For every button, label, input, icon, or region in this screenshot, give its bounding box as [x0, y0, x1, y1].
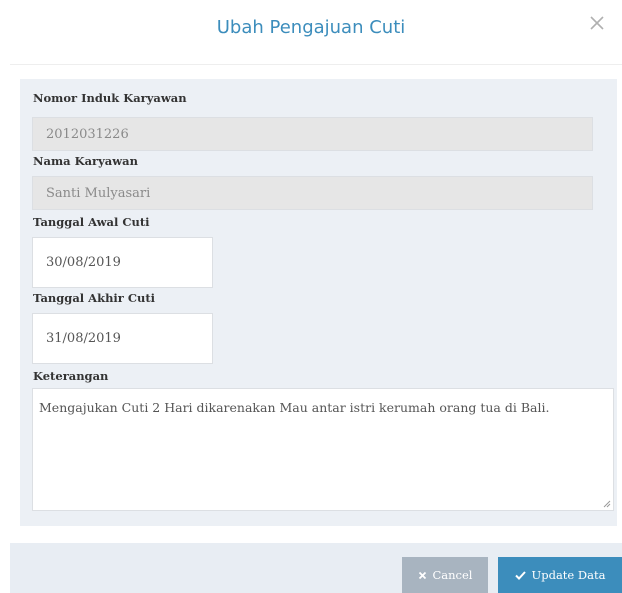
employee-name-label: Nama Karyawan: [33, 154, 138, 168]
notes-label: Keterangan: [33, 369, 109, 383]
update-data-label: Update Data: [531, 568, 606, 582]
cancel-button[interactable]: Cancel: [402, 557, 488, 593]
employee-name-field: Santi Mulyasari: [32, 176, 593, 210]
close-icon: [590, 16, 604, 30]
start-date-label: Tanggal Awal Cuti: [33, 215, 150, 229]
employee-id-label: Nomor Induk Karyawan: [33, 91, 187, 105]
form-panel: Nomor Induk Karyawan 2012031226 Nama Kar…: [20, 79, 617, 526]
notes-text: Mengajukan Cuti 2 Hari dikarenakan Mau a…: [39, 400, 550, 415]
start-date-input[interactable]: 30/08/2019: [32, 237, 213, 288]
modal-header: Ubah Pengajuan Cuti: [0, 0, 622, 64]
resize-grip-icon[interactable]: [603, 500, 611, 508]
modal-footer: Cancel Update Data: [10, 543, 622, 593]
end-date-label: Tanggal Akhir Cuti: [33, 291, 156, 305]
employee-id-field: 2012031226: [32, 117, 593, 151]
times-icon: [418, 571, 426, 579]
end-date-input[interactable]: 31/08/2019: [32, 313, 213, 364]
notes-textarea[interactable]: Mengajukan Cuti 2 Hari dikarenakan Mau a…: [32, 388, 614, 511]
check-icon: [514, 570, 526, 580]
close-button[interactable]: [586, 12, 608, 34]
update-data-button[interactable]: Update Data: [498, 557, 622, 593]
header-divider: [10, 64, 622, 65]
cancel-label: Cancel: [432, 568, 473, 582]
modal-title: Ubah Pengajuan Cuti: [216, 17, 406, 38]
